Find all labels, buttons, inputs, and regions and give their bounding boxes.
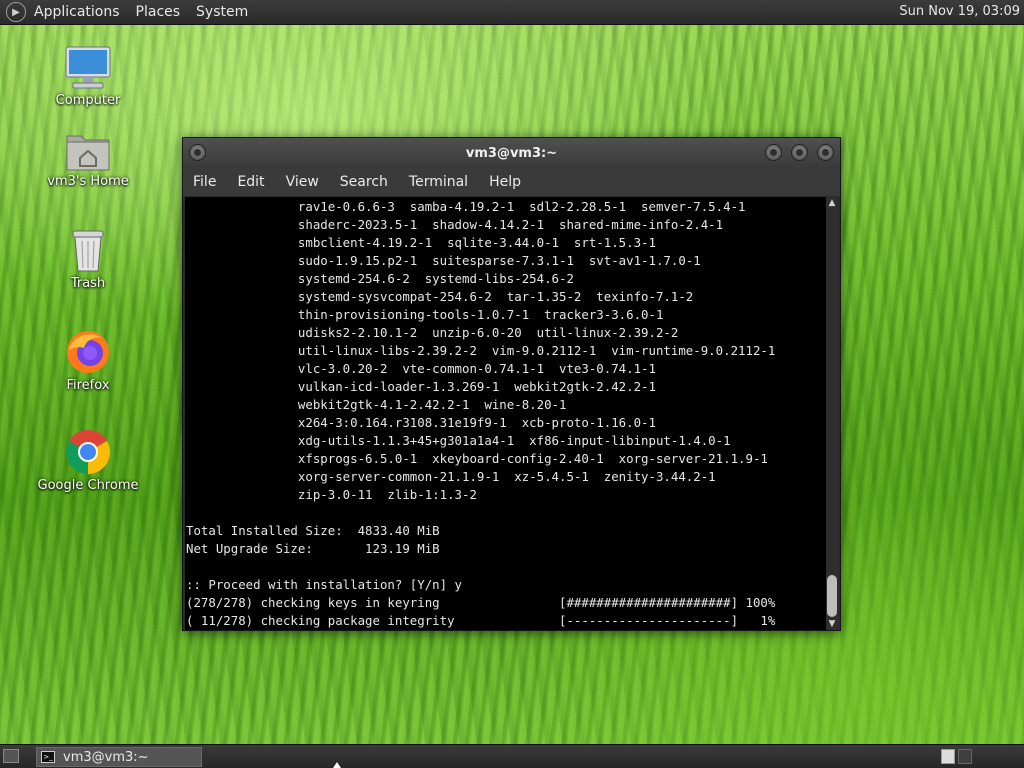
terminal-line: smbclient-4.19.2-1 sqlite-3.44.0-1 srt-1… (186, 235, 656, 250)
taskbar-terminal-button[interactable]: >_ vm3@vm3:~ (36, 747, 202, 767)
computer-icon (65, 46, 111, 89)
desktop-icon-firefox[interactable]: Firefox (33, 328, 143, 393)
desktop-icon-label: Trash (70, 276, 106, 291)
terminal-line: udisks2-2.10.1-2 unzip-6.0-20 util-linux… (186, 325, 679, 340)
menu-file[interactable]: File (193, 174, 216, 190)
desktop-icon-label: vm3's Home (47, 174, 129, 189)
terminal-line: :: Proceed with installation? [Y/n] y (186, 577, 463, 592)
window-menu-button[interactable] (189, 144, 206, 161)
desktop-icon-chrome[interactable]: Google Chrome (33, 428, 143, 493)
menu-edit[interactable]: Edit (237, 174, 264, 190)
scrollbar-thumb[interactable] (827, 575, 837, 617)
bottom-panel: >_ vm3@vm3:~ (0, 744, 1024, 768)
terminal-scrollbar[interactable]: ▲ ▼ (826, 197, 838, 630)
clock[interactable]: Sun Nov 19, 03:09 (899, 4, 1020, 19)
terminal-line: webkit2gtk-4.1-2.42.2-1 wine-8.20-1 (186, 397, 567, 412)
scroll-up-icon[interactable]: ▲ (827, 198, 837, 208)
close-button[interactable] (817, 144, 834, 161)
distro-logo-icon[interactable]: ▶ (6, 2, 26, 22)
desktop-icon-home[interactable]: vm3's Home (33, 128, 143, 189)
desktop-icon-computer[interactable]: Computer (33, 45, 143, 108)
terminal-line: zip-3.0-11 zlib-1:1.3-2 (186, 487, 477, 502)
terminal-line: xdg-utils-1.1.3+45+g301a1a4-1 xf86-input… (186, 433, 731, 448)
top-panel: ▶ Applications Places System Sun Nov 19,… (0, 0, 1024, 25)
window-title: vm3@vm3:~ (465, 145, 558, 161)
terminal-line: rav1e-0.6.6-3 samba-4.19.2-1 sdl2-2.28.5… (186, 199, 746, 214)
workspace-1[interactable] (941, 749, 955, 764)
minimize-button[interactable] (765, 144, 782, 161)
desktop-icon-trash[interactable]: Trash (33, 228, 143, 291)
menu-terminal[interactable]: Terminal (409, 174, 468, 190)
terminal-line: systemd-254.6-2 systemd-libs-254.6-2 (186, 271, 574, 286)
menu-help[interactable]: Help (489, 174, 521, 190)
terminal-line: sudo-1.9.15.p2-1 suitesparse-7.3.1-1 svt… (186, 253, 701, 268)
menu-places[interactable]: Places (136, 4, 181, 20)
terminal-line: vulkan-icd-loader-1.3.269-1 webkit2gtk-2… (186, 379, 656, 394)
terminal-line: xfsprogs-6.5.0-1 xkeyboard-config-2.40-1… (186, 451, 768, 466)
terminal-icon: >_ (41, 751, 55, 763)
menu-applications[interactable]: Applications (34, 4, 120, 20)
desktop-icon-label: Computer (55, 93, 121, 108)
terminal-line: util-linux-libs-2.39.2-2 vim-9.0.2112-1 … (186, 343, 776, 358)
desktop-icon-label: Firefox (66, 378, 110, 393)
terminal-menubar: File Edit View Search Terminal Help (183, 168, 840, 196)
terminal-line: (278/278) checking keys in keyring [####… (186, 595, 776, 610)
terminal-line: systemd-sysvcompat-254.6-2 tar-1.35-2 te… (186, 289, 694, 304)
maximize-button[interactable] (791, 144, 808, 161)
terminal-line: ( 11/278) checking package integrity [--… (186, 613, 776, 628)
terminal-line: shaderc-2023.5-1 shadow-4.14.2-1 shared-… (186, 217, 724, 232)
scroll-down-icon[interactable]: ▼ (827, 619, 837, 629)
trash-icon (72, 230, 104, 272)
terminal-line: xorg-server-common-21.1.9-1 xz-5.4.5-1 z… (186, 469, 716, 484)
terminal-line: thin-provisioning-tools-1.0.7-1 tracker3… (186, 307, 664, 322)
firefox-icon (67, 331, 109, 373)
terminal-text: rav1e-0.6.6-3 samba-4.19.2-1 sdl2-2.28.5… (185, 197, 827, 630)
terminal-line: x264-3:0.164.r3108.31e19f9-1 xcb-proto-1… (186, 415, 656, 430)
menu-system[interactable]: System (196, 4, 248, 20)
desktop-icon-label: Google Chrome (37, 478, 139, 493)
terminal-window[interactable]: vm3@vm3:~ File Edit View Search Terminal… (182, 137, 841, 631)
mouse-pointer-icon (333, 762, 341, 768)
menu-search[interactable]: Search (340, 174, 388, 190)
terminal-line: Net Upgrade Size: 123.19 MiB (186, 541, 440, 556)
taskbar-button-label: vm3@vm3:~ (63, 749, 149, 765)
menu-view[interactable]: View (286, 174, 319, 190)
terminal-output[interactable]: rav1e-0.6.6-3 samba-4.19.2-1 sdl2-2.28.5… (185, 197, 827, 630)
chrome-icon (66, 430, 110, 474)
workspace-2[interactable] (958, 749, 972, 764)
home-folder-icon (66, 135, 110, 171)
terminal-line: vlc-3.0.20-2 vte-common-0.74.1-1 vte3-0.… (186, 361, 656, 376)
terminal-line: Total Installed Size: 4833.40 MiB (186, 523, 440, 538)
window-titlebar[interactable]: vm3@vm3:~ (183, 138, 840, 168)
show-desktop-icon[interactable] (3, 749, 19, 763)
